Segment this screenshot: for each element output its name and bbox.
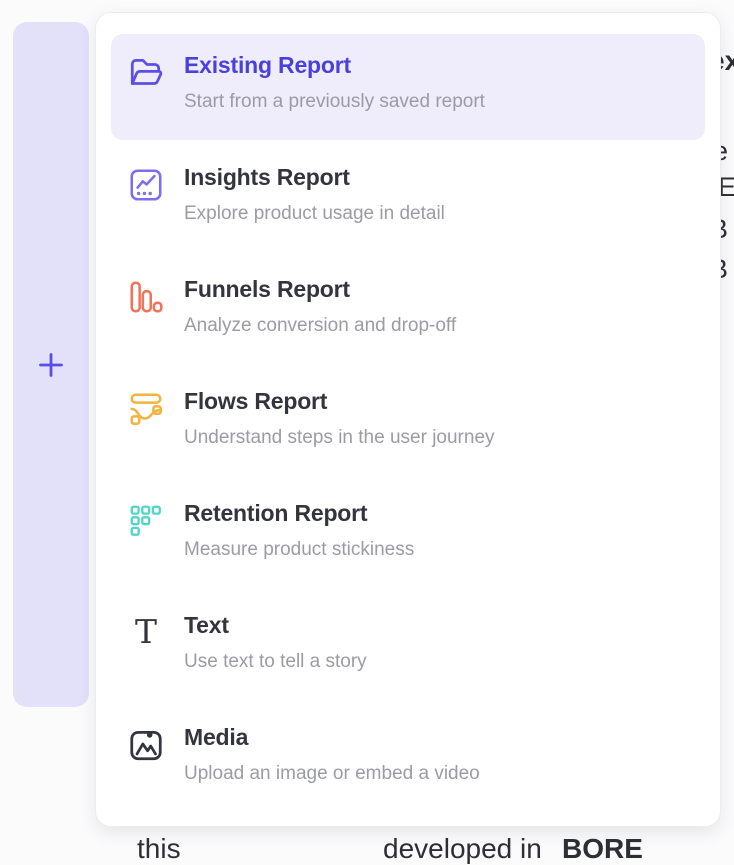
background-text-fragment: developed in [383, 833, 542, 865]
line-chart-icon [127, 166, 165, 204]
menu-item-existing-report[interactable]: Existing Report Start from a previously … [111, 34, 705, 140]
menu-item-subtitle: Understand steps in the user journey [184, 426, 689, 450]
menu-item-subtitle: Analyze conversion and drop-off [184, 314, 689, 338]
add-card-rail[interactable] [13, 22, 89, 707]
menu-item-media[interactable]: Media Upload an image or embed a video [111, 706, 705, 812]
retention-grid-icon [127, 502, 165, 540]
menu-item-funnels-report[interactable]: Funnels Report Analyze conversion and dr… [111, 258, 705, 364]
menu-item-text[interactable]: T Text Use text to tell a story [111, 594, 705, 700]
menu-item-subtitle: Use text to tell a story [184, 650, 689, 674]
funnel-bars-icon [127, 278, 165, 316]
menu-item-title: Media [184, 724, 689, 751]
plus-icon[interactable] [35, 349, 67, 381]
menu-item-subtitle: Measure product stickiness [184, 538, 689, 562]
menu-item-title: Funnels Report [184, 276, 689, 303]
menu-item-subtitle: Upload an image or embed a video [184, 762, 689, 786]
open-folder-icon [127, 54, 165, 92]
menu-item-flows-report[interactable]: Flows Report Understand steps in the use… [111, 370, 705, 476]
background-text-fragment: this [137, 833, 181, 865]
menu-item-title: Existing Report [184, 52, 689, 79]
menu-item-title: Flows Report [184, 388, 689, 415]
menu-item-title: Insights Report [184, 164, 689, 191]
flow-curve-icon [127, 390, 165, 428]
add-report-menu: Existing Report Start from a previously … [95, 12, 721, 827]
menu-item-title: Retention Report [184, 500, 689, 527]
menu-item-subtitle: Start from a previously saved report [184, 90, 689, 114]
text-t-icon: T [135, 614, 157, 650]
menu-item-subtitle: Explore product usage in detail [184, 202, 689, 226]
media-image-icon [127, 726, 165, 764]
background-text-fragment: BORE [562, 833, 643, 865]
menu-item-retention-report[interactable]: Retention Report Measure product stickin… [111, 482, 705, 588]
menu-item-insights-report[interactable]: Insights Report Explore product usage in… [111, 146, 705, 252]
menu-item-title: Text [184, 612, 689, 639]
